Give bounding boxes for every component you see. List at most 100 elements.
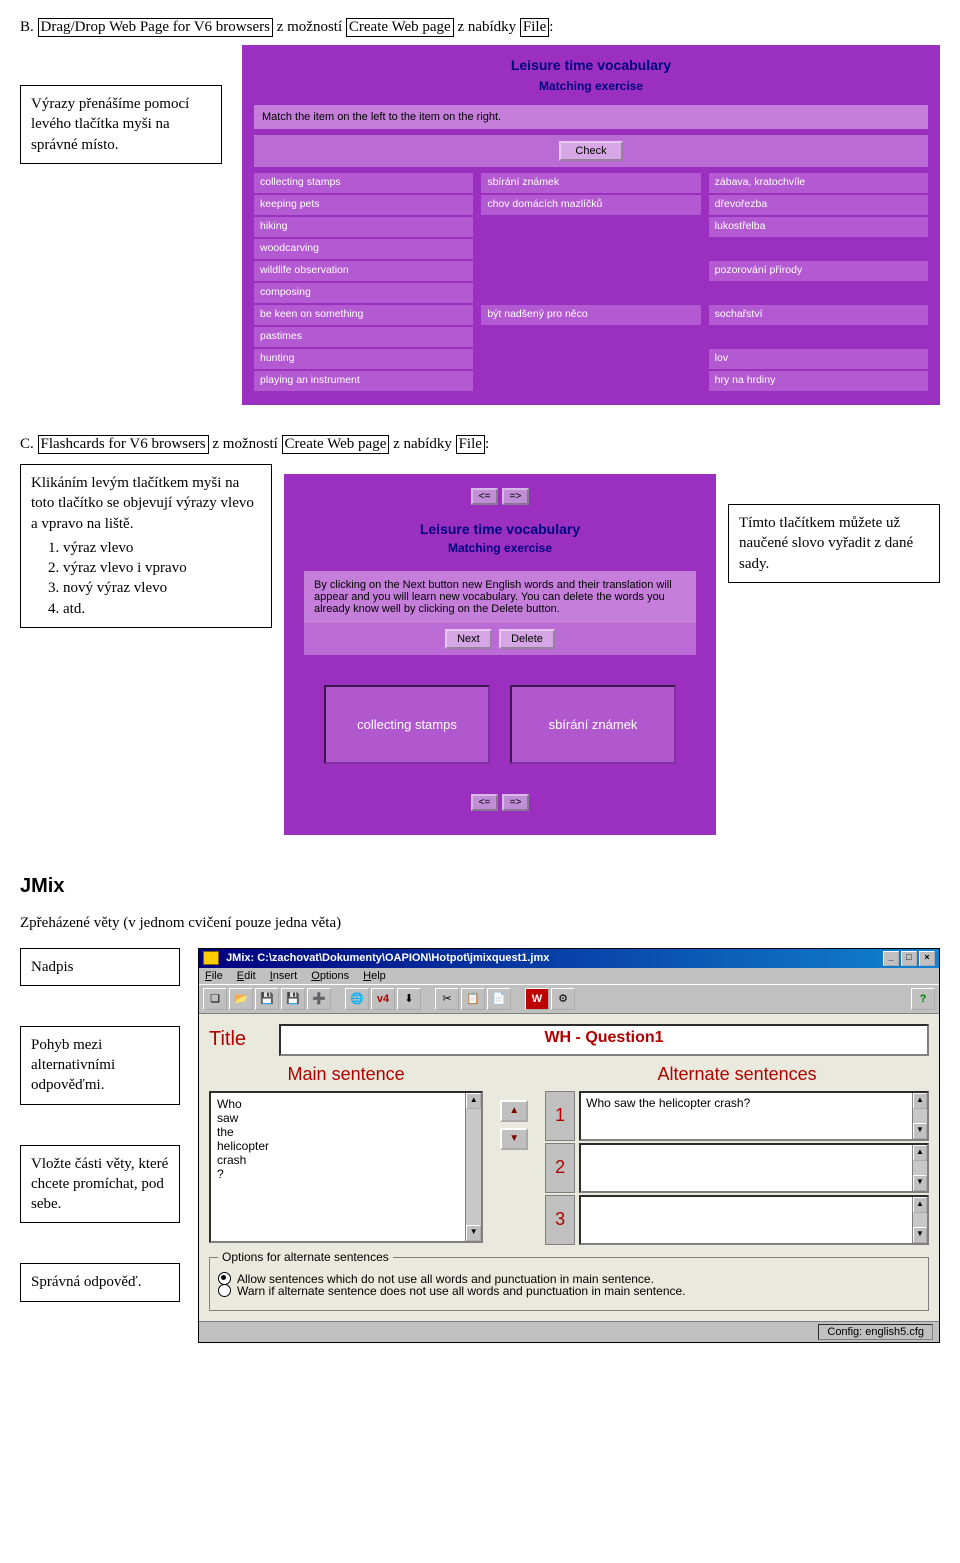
main-sentence-label: Main sentence (209, 1064, 483, 1085)
minimize-button[interactable]: _ (883, 951, 899, 966)
right-item[interactable]: lukostřelba (709, 217, 928, 237)
open-icon[interactable]: 📂 (229, 988, 253, 1010)
right-item[interactable]: lov (709, 349, 928, 369)
delete-button[interactable]: Delete (499, 629, 555, 649)
cut-icon[interactable]: ✂ (435, 988, 459, 1010)
help-icon[interactable]: ? (911, 988, 935, 1010)
export-web-icon[interactable]: 🌐 (345, 988, 369, 1010)
config-icon[interactable]: ⚙ (551, 988, 575, 1010)
w-icon[interactable]: W (525, 988, 549, 1010)
mid-empty (481, 217, 700, 237)
scrollbar[interactable]: ▲▼ (912, 1093, 927, 1139)
right-empty (709, 327, 928, 347)
right-item[interactable]: sochařství (709, 305, 928, 325)
saveas-icon[interactable]: 💾 (281, 988, 305, 1010)
title-label: Title (209, 1028, 269, 1051)
check-button[interactable]: Check (559, 141, 622, 161)
right-empty (709, 283, 928, 303)
copy-icon[interactable]: 📋 (461, 988, 485, 1010)
shot2-instruction: By clicking on the Next button new Engli… (304, 571, 696, 623)
alt-input-3[interactable]: ▲▼ (579, 1195, 929, 1245)
mid-item[interactable]: sbírání známek (481, 173, 700, 193)
nav-prev-button-bottom[interactable]: <= (471, 794, 499, 811)
callout-c-li: výraz vlevo i vpravo (63, 558, 261, 578)
menu-edit[interactable]: Edit (237, 970, 256, 982)
print-icon[interactable]: ⬇ (397, 988, 421, 1010)
title-input[interactable]: WH - Question1 (279, 1024, 929, 1056)
nav-prev-button[interactable]: <= (471, 488, 499, 505)
mid-item[interactable]: chov domácích mazlíčků (481, 195, 700, 215)
mid-empty (481, 261, 700, 281)
mid-empty (481, 283, 700, 303)
right-item[interactable]: dřevořezba (709, 195, 928, 215)
sec-c-box3: File (456, 435, 485, 454)
alt-input-2[interactable]: ▲▼ (579, 1143, 929, 1193)
config-status: Config: english5.cfg (818, 1324, 933, 1340)
jmix-heading: JMix (20, 875, 940, 898)
next-button[interactable]: Next (445, 629, 492, 649)
nav-next-button-bottom[interactable]: => (502, 794, 530, 811)
right-item[interactable]: hry na hrdiny (709, 371, 928, 391)
section-b-heading: B. Drag/Drop Web Page for V6 browsers z … (20, 18, 940, 37)
mid-empty (481, 327, 700, 347)
new-icon[interactable]: ❏ (203, 988, 227, 1010)
alt-input-1[interactable]: Who saw the helicopter crash? ▲▼ (579, 1091, 929, 1141)
mid-empty (481, 239, 700, 259)
window-body: Title WH - Question1 Main sentence Who s… (199, 1014, 939, 1321)
nav-next-button[interactable]: => (502, 488, 530, 505)
move-down-button[interactable]: ▼ (500, 1128, 528, 1150)
main-sentence-text: Who saw the helicopter crash ? (217, 1097, 269, 1181)
left-item[interactable]: wildlife observation (254, 261, 473, 281)
window-titlebar[interactable]: JMix: C:\zachovat\Dokumenty\OAPION\Hotpo… (199, 949, 939, 968)
right-item[interactable]: zábava, kratochvíle (709, 173, 928, 193)
radio-warn[interactable]: Warn if alternate sentence does not use … (218, 1284, 920, 1298)
left-item[interactable]: collecting stamps (254, 173, 473, 193)
menu-options[interactable]: Options (311, 970, 349, 982)
right-item[interactable]: pozorování přírody (709, 261, 928, 281)
move-up-button[interactable]: ▲ (500, 1100, 528, 1122)
menu-help[interactable]: Help (363, 970, 386, 982)
close-button[interactable]: × (919, 951, 935, 966)
window-menu: File Edit Insert Options Help (199, 968, 939, 984)
paste-icon[interactable]: 📄 (487, 988, 511, 1010)
statusbar: Config: english5.cfg (199, 1321, 939, 1342)
callout-vlozte: Vložte části věty, které chcete promícha… (20, 1145, 180, 1224)
section-c-heading: C. Flashcards for V6 browsers z možností… (20, 435, 940, 454)
main-sentence-textarea[interactable]: Who saw the helicopter crash ? ▲▼ (209, 1091, 483, 1243)
scrollbar[interactable]: ▲▼ (912, 1145, 927, 1191)
sec-c-mid: z možností (212, 436, 281, 452)
save-icon[interactable]: 💾 (255, 988, 279, 1010)
scrollbar[interactable]: ▲▼ (465, 1093, 481, 1241)
alt-number-3: 3 (545, 1195, 575, 1245)
sec-b-box2: Create Web page (346, 18, 454, 37)
menu-insert[interactable]: Insert (270, 970, 298, 982)
mid-item[interactable]: být nadšený pro něco (481, 305, 700, 325)
maximize-button[interactable]: □ (901, 951, 917, 966)
sec-b-prefix: B. (20, 19, 34, 35)
append-icon[interactable]: ➕ (307, 988, 331, 1010)
shot1-title: Leisure time vocabulary (254, 57, 928, 73)
alt-text-1: Who saw the helicopter crash? (586, 1096, 750, 1110)
sec-c-box2: Create Web page (282, 435, 390, 454)
v4-icon[interactable]: v4 (371, 988, 395, 1010)
left-item[interactable]: playing an instrument (254, 371, 473, 391)
window-title: JMix: C:\zachovat\Dokumenty\OAPION\Hotpo… (226, 952, 549, 964)
left-item[interactable]: composing (254, 283, 473, 303)
shot2-title: Leisure time vocabulary (304, 521, 696, 537)
callout-c-li: výraz vlevo (63, 538, 261, 558)
left-item[interactable]: hunting (254, 349, 473, 369)
shot1-subtitle: Matching exercise (254, 79, 928, 93)
shot2-subtitle: Matching exercise (304, 541, 696, 555)
left-item[interactable]: be keen on something (254, 305, 473, 325)
menu-file[interactable]: File (205, 970, 223, 982)
callout-spravna: Správná odpověď. (20, 1263, 180, 1301)
left-item[interactable]: pastimes (254, 327, 473, 347)
left-item[interactable]: keeping pets (254, 195, 473, 215)
sec-c-prefix: C. (20, 436, 34, 452)
scrollbar[interactable]: ▲▼ (912, 1197, 927, 1243)
flashcard-right: sbírání známek (510, 685, 676, 764)
callout-c-intro: Klikáním levým tlačítkem myši na toto tl… (31, 473, 261, 534)
left-item[interactable]: hiking (254, 217, 473, 237)
left-item[interactable]: woodcarving (254, 239, 473, 259)
sec-b-mid: z možností (277, 19, 346, 35)
